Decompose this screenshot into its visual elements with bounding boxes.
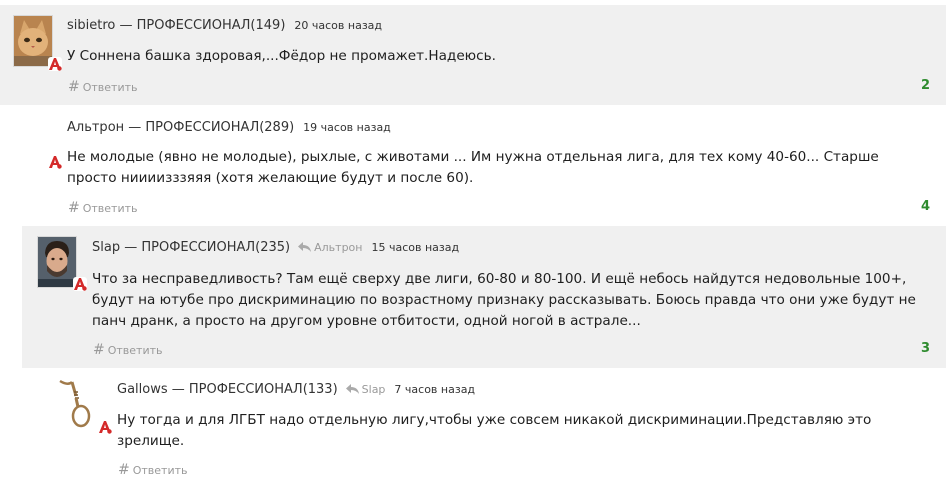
comment-text: У Соннена башка здоровая,...Фёдор не про… <box>67 48 496 64</box>
reply-label: Ответить <box>82 80 138 94</box>
rank-badge-icon <box>48 57 62 71</box>
comment-text: Что за несправедливость? Там ещё сверху … <box>92 271 916 329</box>
comment-text: Не молодые (явно не молодые), рыхлые, с … <box>67 149 879 186</box>
comment-header: sibietro — ПРОФЕССИОНАЛ(149) 20 часов на… <box>67 18 382 33</box>
man-avatar[interactable] <box>37 236 77 288</box>
comment-text: Ну тогда и для ЛГБТ надо отдельную лигу,… <box>117 412 872 449</box>
author-link[interactable]: Альтрон — ПРОФЕССИОНАЛ(289) <box>67 120 294 135</box>
hash-icon: # <box>68 79 80 95</box>
noose-avatar[interactable] <box>54 378 92 428</box>
reply-label: Ответить <box>107 343 163 357</box>
comment-2: Альтрон — ПРОФЕССИОНАЛ(289) 19 часов наз… <box>0 105 946 226</box>
comment-4: Gallows — ПРОФЕССИОНАЛ(133) Slap 7 часов… <box>44 368 946 482</box>
comment-3: Slap — ПРОФЕССИОНАЛ(235) Альтрон 15 часо… <box>22 226 946 368</box>
timestamp[interactable]: 15 часов назад <box>371 241 459 254</box>
comment-header: Альтрон — ПРОФЕССИОНАЛ(289) 19 часов наз… <box>67 120 391 135</box>
reply-to-link[interactable]: Альтрон <box>298 241 362 254</box>
reply-to-name: Slap <box>361 383 386 396</box>
comment-rating: 3 <box>921 341 931 356</box>
rank-badge-icon <box>48 155 62 169</box>
cat-avatar[interactable] <box>13 15 53 67</box>
timestamp[interactable]: 20 часов назад <box>294 19 382 32</box>
hash-icon: # <box>93 342 105 358</box>
reply-button[interactable]: # Ответить <box>118 462 188 478</box>
author-link[interactable]: Gallows — ПРОФЕССИОНАЛ(133) <box>117 382 338 397</box>
comment-rating: 2 <box>921 78 931 93</box>
reply-to-link[interactable]: Slap <box>345 383 386 396</box>
reply-label: Ответить <box>82 201 138 215</box>
comment-header: Slap — ПРОФЕССИОНАЛ(235) Альтрон 15 часо… <box>92 240 459 255</box>
comment-1: sibietro — ПРОФЕССИОНАЛ(149) 20 часов на… <box>0 5 946 105</box>
reply-to-name: Альтрон <box>314 241 363 254</box>
reply-button[interactable]: # Ответить <box>93 342 163 358</box>
rank-badge-icon <box>98 420 112 434</box>
timestamp[interactable]: 19 часов назад <box>303 121 391 134</box>
rank-badge-icon <box>73 277 87 291</box>
comment-rating: 4 <box>921 199 931 214</box>
reply-arrow-icon <box>345 384 359 394</box>
timestamp[interactable]: 7 часов назад <box>394 383 475 396</box>
author-link[interactable]: sibietro — ПРОФЕССИОНАЛ(149) <box>67 18 285 33</box>
reply-button[interactable]: # Ответить <box>68 200 138 216</box>
hash-icon: # <box>68 200 80 216</box>
hash-icon: # <box>118 462 130 478</box>
reply-arrow-icon <box>298 242 312 252</box>
author-link[interactable]: Slap — ПРОФЕССИОНАЛ(235) <box>92 240 290 255</box>
comment-header: Gallows — ПРОФЕССИОНАЛ(133) Slap 7 часов… <box>117 382 475 397</box>
reply-button[interactable]: # Ответить <box>68 79 138 95</box>
reply-label: Ответить <box>132 463 188 477</box>
